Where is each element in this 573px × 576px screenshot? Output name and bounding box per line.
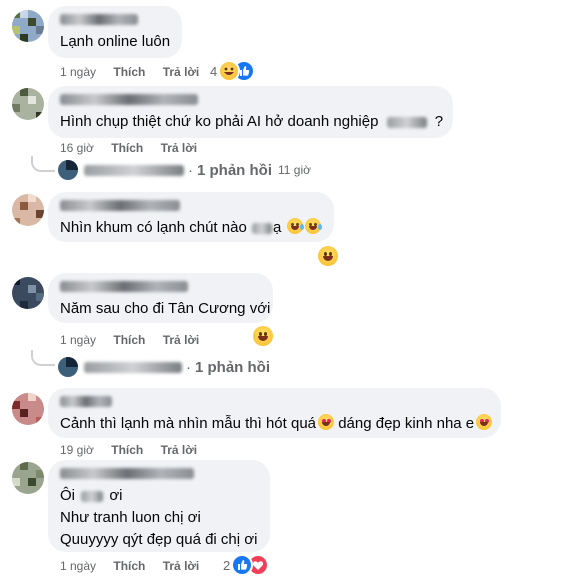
timestamp[interactable]: 16 giờ: [60, 141, 94, 155]
reply-time: 11 giờ: [278, 163, 311, 177]
comment-actions: 1 ngày Thích Trả lời: [60, 559, 213, 573]
like-button[interactable]: Thích: [113, 333, 145, 347]
reply-author-name: [84, 164, 184, 176]
timestamp[interactable]: 1 ngày: [60, 559, 96, 573]
comment-bubble: Lạnh online luôn: [48, 6, 182, 58]
like-button[interactable]: Thích: [111, 141, 143, 155]
timestamp[interactable]: 1 ngày: [60, 65, 96, 79]
heart-eyes-emoji-icon: [318, 414, 335, 430]
comment-bubble: Cảnh thì lạnh mà nhìn mẫu thì hót quá dá…: [48, 388, 501, 438]
reply-button[interactable]: Trả lời: [163, 559, 200, 573]
comment-text: Lạnh online luôn: [60, 33, 171, 50]
haha-icon: [218, 60, 240, 82]
comment-text-line: Ôi ơi: [60, 486, 258, 506]
view-replies[interactable]: · 1 phản hồi: [58, 357, 270, 377]
view-replies[interactable]: · 1 phản hồi 11 giờ: [58, 160, 311, 180]
replies-link[interactable]: 1 phản hồi: [197, 162, 272, 179]
reply-button[interactable]: Trả lời: [161, 141, 198, 155]
smiling-hearts-emoji-icon: [476, 414, 493, 430]
comment-text-part: Ôi: [60, 487, 75, 504]
reply-button[interactable]: Trả lời: [163, 65, 200, 79]
timestamp[interactable]: 19 giờ: [60, 443, 94, 457]
reply-avatar: [58, 357, 78, 377]
avatar[interactable]: [12, 10, 44, 42]
comment-bubble: Năm sau cho đi Tân Cương với: [48, 273, 273, 323]
timestamp[interactable]: 1 ngày: [60, 333, 96, 347]
laughing-emoji-icon: [305, 218, 323, 234]
thread-connector: [31, 156, 55, 172]
like-icon: [231, 554, 253, 576]
separator: ·: [186, 358, 191, 376]
avatar[interactable]: [12, 277, 44, 309]
like-button[interactable]: Thích: [113, 559, 145, 573]
grinning-emoji-icon: [253, 326, 273, 346]
reply-avatar: [58, 160, 78, 180]
comment-text: Hình chụp thiệt chứ ko phải AI hở doanh …: [60, 112, 444, 132]
comment-text: Cảnh thì lạnh mà nhìn mẫu thì hót quá dá…: [60, 414, 493, 434]
redacted-word: [81, 490, 104, 502]
author-name[interactable]: [60, 200, 180, 211]
comment-text-part: Cảnh thì lạnh mà nhìn mẫu thì hót quá: [60, 415, 317, 432]
reply-button[interactable]: Trả lời: [163, 333, 200, 347]
avatar[interactable]: [12, 462, 44, 494]
like-button[interactable]: Thích: [113, 65, 145, 79]
comment-bubble: Ôi ơi Như tranh luon chị ơi Quuyyyy qýt …: [48, 460, 270, 552]
comment-text-part: ?: [434, 113, 444, 130]
comment-actions: 16 giờ Thích Trả lời: [60, 141, 211, 155]
author-name[interactable]: [60, 396, 112, 407]
reply-author-name: [84, 361, 182, 373]
author-name[interactable]: [60, 281, 188, 292]
comment-text-line: Quuyyyy qýt đẹp quá đi chị ơi: [60, 531, 258, 548]
comment-bubble: Hình chụp thiệt chứ ko phải AI hở doanh …: [48, 86, 453, 138]
comment-text-part: dáng đẹp kinh nha e: [338, 415, 475, 432]
comment-text-part: ạ: [272, 219, 282, 236]
separator: ·: [188, 161, 193, 179]
avatar[interactable]: [12, 88, 44, 120]
grinning-emoji-icon: [318, 246, 338, 266]
comment-actions: 19 giờ Thích Trả lời: [60, 443, 211, 457]
redacted-word: [386, 116, 427, 128]
replies-link[interactable]: 1 phản hồi: [195, 359, 270, 376]
reaction-count[interactable]: 2: [223, 558, 230, 573]
author-name[interactable]: [60, 468, 194, 479]
reply-button[interactable]: Trả lời: [161, 443, 198, 457]
comment-text: Năm sau cho đi Tân Cương với: [60, 300, 271, 317]
comment-actions: 1 ngày Thích Trả lời: [60, 65, 213, 79]
comment-text-line: Như tranh luon chị ơi: [60, 509, 201, 526]
reaction-count[interactable]: 4: [210, 64, 217, 79]
comment-text-part: Nhìn khum có lạnh chút nào: [60, 219, 247, 236]
redacted-word: [251, 222, 272, 234]
thread-connector: [31, 350, 55, 366]
comment-actions: 1 ngày Thích Trả lời: [60, 333, 213, 347]
comment-text-part: Hình chụp thiệt chứ ko phải AI hở doanh …: [60, 113, 379, 130]
author-name[interactable]: [60, 94, 198, 105]
comment-bubble: Nhìn khum có lạnh chút nào ạ: [48, 192, 334, 242]
avatar[interactable]: [12, 393, 44, 425]
laughing-emoji-icon: [287, 218, 305, 234]
comment-text: Nhìn khum có lạnh chút nào ạ: [60, 218, 323, 238]
avatar[interactable]: [12, 194, 44, 226]
author-name[interactable]: [60, 14, 138, 25]
comment-text-part: ơi: [109, 487, 123, 504]
like-button[interactable]: Thích: [111, 443, 143, 457]
